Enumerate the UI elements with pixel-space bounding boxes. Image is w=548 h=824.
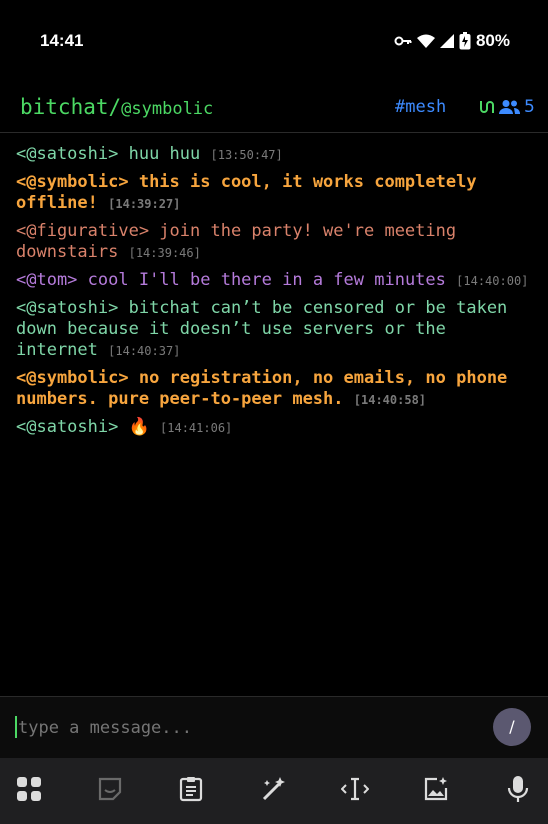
message-timestamp: [14:41:06] bbox=[160, 421, 233, 435]
message-row: <@satoshi> bitchat can’t be censored or … bbox=[16, 298, 532, 362]
message-timestamp: [14:39:27] bbox=[108, 197, 181, 211]
image-star-icon[interactable] bbox=[421, 774, 451, 804]
message-text: 🔥 bbox=[118, 417, 150, 437]
status-bar: 14:41 80% bbox=[0, 0, 548, 80]
message-row: <@satoshi> huu huu [13:50:47] bbox=[16, 144, 532, 166]
peers-button[interactable]: 5 bbox=[478, 97, 535, 117]
message-row: <@satoshi> 🔥 [14:41:06] bbox=[16, 417, 532, 439]
battery-level: 80% bbox=[475, 31, 510, 50]
message-timestamp: [14:39:46] bbox=[128, 246, 201, 260]
composer: / bbox=[0, 696, 548, 759]
wifi-icon bbox=[416, 34, 435, 48]
magic-edit-icon[interactable] bbox=[258, 774, 288, 804]
app-header: bitchat/@symbolic #mesh 5 bbox=[0, 80, 548, 133]
message-sender[interactable]: <@symbolic> bbox=[16, 368, 129, 388]
microphone-icon[interactable] bbox=[503, 774, 533, 804]
clock: 14:41 bbox=[40, 31, 84, 50]
message-timestamp: [13:50:47] bbox=[210, 148, 283, 162]
peer-count: 5 bbox=[524, 97, 535, 117]
nickname-field[interactable]: @symbolic bbox=[121, 99, 213, 119]
message-timestamp: [14:40:37] bbox=[108, 344, 181, 358]
message-sender[interactable]: <@figurative> bbox=[16, 221, 149, 241]
apps-icon[interactable] bbox=[14, 774, 44, 804]
clipboard-icon[interactable] bbox=[176, 774, 206, 804]
text-cursor-icon[interactable] bbox=[340, 774, 370, 804]
message-text: huu huu bbox=[118, 144, 201, 164]
message-list[interactable]: <@satoshi> huu huu [13:50:47] <@symbolic>… bbox=[16, 144, 532, 445]
channel-button[interactable]: #mesh bbox=[395, 97, 446, 117]
command-button[interactable]: / bbox=[493, 708, 531, 746]
message-row: <@symbolic> this is cool, it works compl… bbox=[16, 172, 532, 215]
status-icons: 80% bbox=[394, 31, 510, 51]
vpn-key-icon bbox=[394, 36, 412, 46]
message-row: <@tom> cool I'll be there in a few minut… bbox=[16, 270, 532, 292]
app-name: bitchat/ bbox=[20, 95, 122, 119]
message-sender[interactable]: <@symbolic> bbox=[16, 172, 129, 192]
app-title: bitchat/@symbolic bbox=[20, 95, 213, 119]
sticker-icon[interactable] bbox=[95, 774, 125, 804]
keyboard-toolbar bbox=[0, 758, 548, 824]
message-row: <@figurative> join the party! we're meet… bbox=[16, 221, 532, 264]
message-text: cool I'll be there in a few minutes bbox=[77, 270, 446, 290]
message-sender[interactable]: <@satoshi> bbox=[16, 144, 118, 164]
cell-signal-icon bbox=[439, 34, 454, 48]
message-sender[interactable]: <@tom> bbox=[16, 270, 77, 290]
message-sender[interactable]: <@satoshi> bbox=[16, 298, 118, 318]
mesh-route-icon bbox=[480, 101, 494, 113]
message-timestamp: [14:40:58] bbox=[353, 393, 427, 407]
battery-icon bbox=[459, 32, 471, 50]
message-sender[interactable]: <@satoshi> bbox=[16, 417, 118, 437]
people-icon bbox=[499, 100, 520, 114]
message-row: <@symbolic> no registration, no emails, … bbox=[16, 368, 532, 411]
message-input[interactable] bbox=[16, 717, 480, 739]
message-timestamp: [14:40:00] bbox=[456, 274, 529, 288]
